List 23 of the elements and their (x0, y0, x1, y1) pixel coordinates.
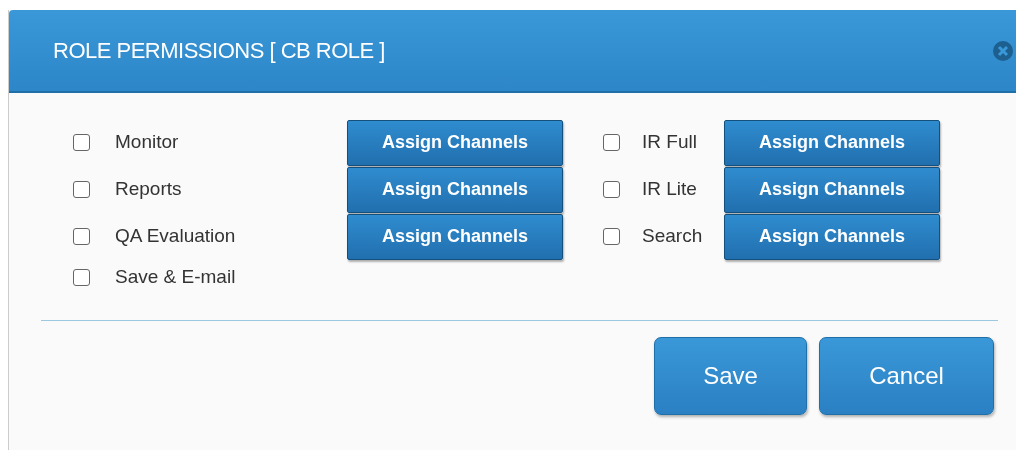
assign-channels-button[interactable]: Assign Channels (724, 166, 940, 213)
assign-channels-button[interactable]: Assign Channels (347, 119, 563, 166)
permission-label: IR Lite (642, 177, 698, 202)
permission-label: QA Evaluation (115, 224, 237, 249)
cancel-button[interactable]: Cancel (819, 337, 994, 415)
permission-label: Save & E-mail (115, 264, 237, 289)
permission-label: Search (642, 224, 704, 249)
checkbox[interactable] (73, 228, 90, 245)
checkbox[interactable] (73, 268, 90, 286)
assign-channels-button[interactable]: Assign Channels (724, 213, 940, 260)
checkbox[interactable] (73, 181, 90, 198)
assign-channels-button[interactable]: Assign Channels (347, 166, 563, 213)
checkbox[interactable] (603, 228, 620, 245)
permission-label: Reports (115, 177, 183, 202)
checkbox[interactable] (603, 181, 620, 198)
checkbox[interactable] (603, 134, 620, 151)
checkbox[interactable] (73, 134, 90, 151)
permission-label: Monitor (115, 130, 180, 155)
save-button[interactable]: Save (654, 337, 807, 415)
assign-channels-button[interactable]: Assign Channels (724, 119, 940, 166)
permission-label: IR Full (642, 130, 698, 155)
assign-channels-button[interactable]: Assign Channels (347, 213, 563, 260)
dialog-title: ROLE PERMISSIONS [ CB ROLE ] (53, 37, 385, 65)
